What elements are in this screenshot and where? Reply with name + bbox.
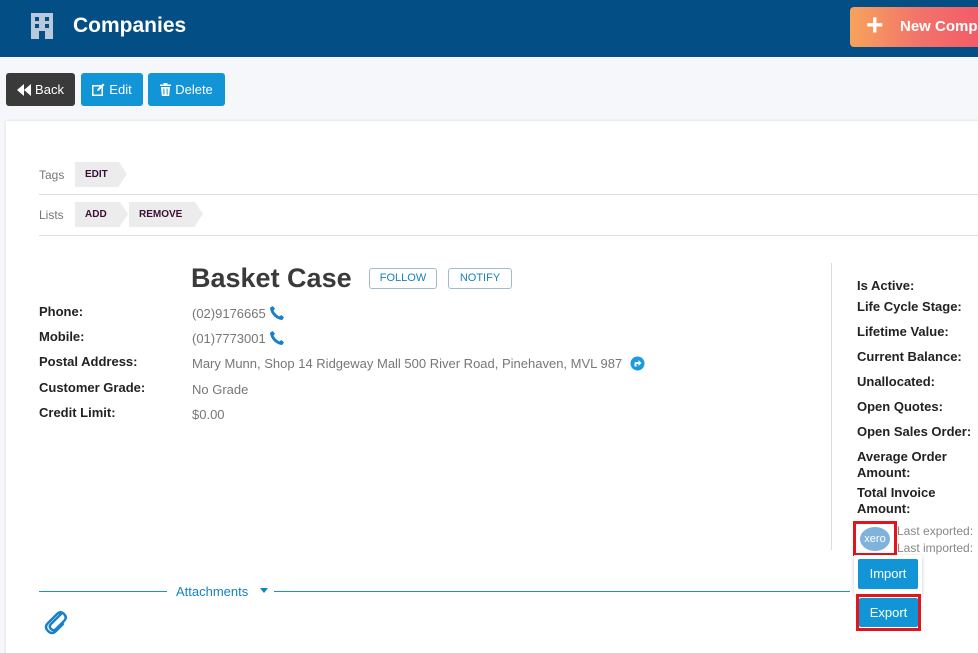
total-invoice-line2: Amount:: [857, 501, 911, 516]
edit-label: Edit: [109, 82, 132, 97]
current-balance-label: Current Balance:: [857, 349, 962, 364]
lists-label: Lists: [39, 208, 64, 222]
notify-button[interactable]: NOTIFY: [448, 268, 512, 289]
new-company-label: New Company: [900, 18, 978, 35]
attachments-divider-left: [39, 591, 167, 592]
open-sales-order-label: Open Sales Order:: [857, 424, 972, 439]
company-detail-card: [6, 121, 978, 653]
mobile-label: Mobile:: [39, 329, 85, 344]
building-icon: [31, 13, 53, 39]
xero-menu-button[interactable]: xero: [853, 521, 897, 556]
tags-edit-button[interactable]: EDIT: [75, 162, 127, 187]
credit-limit-label: Credit Limit:: [39, 405, 116, 420]
xero-dropdown: Import: [854, 555, 922, 595]
follow-button[interactable]: FOLLOW: [369, 268, 437, 289]
xero-export-button[interactable]: Export: [859, 598, 918, 627]
caret-down-icon[interactable]: [260, 588, 268, 593]
average-order-line2: Amount:: [857, 465, 911, 480]
mobile-value: (01)7773001: [192, 331, 266, 346]
lists-remove-button[interactable]: REMOVE: [129, 202, 203, 227]
page-title: Companies: [73, 14, 187, 37]
phone-value: (02)9176665: [192, 306, 266, 321]
directions-icon[interactable]: [630, 356, 645, 371]
postal-address-label: Postal Address:: [39, 354, 138, 369]
trash-icon: [160, 83, 172, 96]
company-name: Basket Case: [191, 263, 352, 293]
tags-label: Tags: [39, 168, 65, 182]
total-invoice-line1: Total Invoice: [857, 485, 936, 500]
last-exported-label: Last exported:: [897, 524, 974, 538]
edit-button[interactable]: Edit: [81, 73, 143, 106]
credit-limit-value: $0.00: [192, 407, 225, 422]
xero-import-button[interactable]: Import: [858, 559, 918, 589]
divider: [39, 194, 978, 195]
is-active-label: Is Active:: [857, 278, 915, 293]
new-company-button[interactable]: + New Company: [850, 7, 978, 47]
paperclip-icon[interactable]: [42, 608, 70, 636]
xero-export-highlight: Export: [856, 594, 921, 631]
delete-label: Delete: [175, 82, 213, 97]
last-imported-label: Last imported:: [897, 541, 974, 555]
lifetime-value-label: Lifetime Value:: [857, 324, 949, 339]
plus-icon: +: [866, 9, 884, 42]
life-cycle-stage-label: Life Cycle Stage:: [857, 299, 962, 314]
customer-grade-value: No Grade: [192, 382, 249, 397]
total-invoice-amount-label: Total Invoice Amount:: [857, 485, 936, 517]
unallocated-label: Unallocated:: [857, 374, 936, 389]
app-header: Companies + New Company: [0, 0, 978, 57]
phone-icon[interactable]: [269, 305, 285, 321]
attachments-toggle[interactable]: Attachments: [176, 584, 248, 599]
average-order-line1: Average Order: [857, 449, 947, 464]
back-button[interactable]: Back: [6, 73, 75, 106]
phone-icon[interactable]: [269, 330, 285, 346]
average-order-amount-label: Average Order Amount:: [857, 449, 947, 481]
customer-grade-label: Customer Grade:: [39, 380, 146, 395]
phone-label: Phone:: [39, 304, 84, 319]
lists-add-button[interactable]: ADD: [75, 202, 128, 227]
double-chevron-left-icon: [17, 83, 32, 96]
xero-logo-icon: xero: [860, 527, 890, 551]
open-quotes-label: Open Quotes:: [857, 399, 943, 414]
edit-icon: [92, 83, 105, 96]
back-label: Back: [35, 82, 64, 97]
postal-address-value: Mary Munn, Shop 14 Ridgeway Mall 500 Riv…: [192, 356, 623, 371]
divider: [39, 235, 978, 236]
attachments-divider-right: [274, 591, 850, 592]
delete-button[interactable]: Delete: [148, 73, 225, 106]
column-divider: [831, 263, 832, 550]
